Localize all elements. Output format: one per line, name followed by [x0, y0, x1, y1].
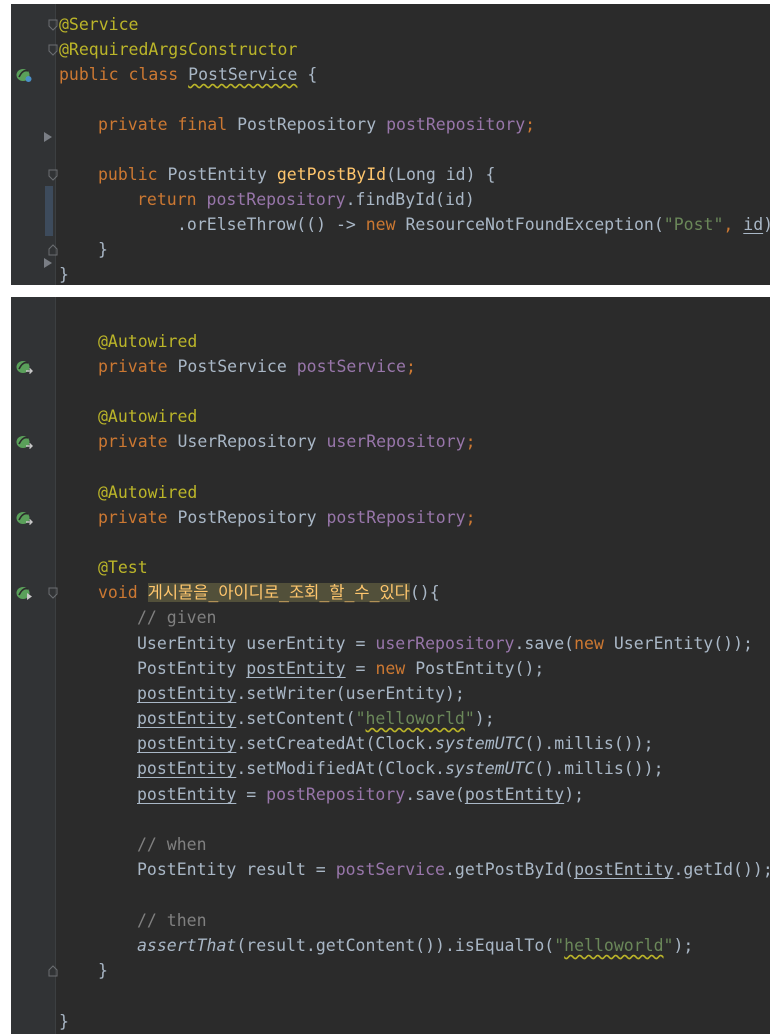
code-line: void 게시물을_아이디로_조회_할_수_있다(){ — [11, 580, 770, 605]
code-line: PostEntity result = postService.getPostB… — [137, 860, 770, 879]
fold-marker-icon[interactable] — [48, 587, 58, 599]
code-line: private UserRepository userRepository; — [11, 429, 770, 454]
breakpoint-arrow-icon[interactable] — [44, 132, 52, 142]
code-line: } — [11, 237, 770, 262]
code-line: postEntity.setContent("helloworld"); — [137, 709, 495, 728]
fold-marker-icon[interactable] — [48, 19, 58, 31]
code-line: } — [59, 1012, 69, 1031]
code-line: return postRepository.findById(id) — [137, 190, 475, 209]
code-line: .orElseThrow(() -> new ResourceNotFoundE… — [177, 215, 770, 234]
autowired-bean-icon[interactable] — [15, 434, 33, 450]
fold-marker-icon[interactable] — [48, 244, 58, 256]
spring-bean-icon[interactable] — [15, 67, 33, 83]
autowired-bean-icon[interactable] — [15, 510, 33, 526]
code-line: } — [11, 258, 770, 285]
code-line: assertThat(result.getContent()).isEqualT… — [137, 936, 694, 955]
code-line: @Autowired — [98, 332, 198, 351]
code-line: // then — [137, 911, 207, 930]
code-line: // when — [137, 835, 207, 854]
code-line: public PostEntity getPostById(Long id) { — [11, 162, 770, 187]
fold-marker-icon[interactable] — [48, 44, 58, 56]
code-line: @Service — [11, 12, 770, 37]
code-line: postEntity.setWriter(userEntity); — [137, 684, 465, 703]
code-line: } — [11, 958, 770, 983]
editor-panel-post-service: @Service @RequiredArgsConstructor public… — [11, 4, 770, 285]
editor-panel-post-service-test: @Autowired private PostService postServi… — [11, 297, 770, 1034]
breakpoint-arrow-icon[interactable] — [44, 258, 52, 268]
code-line: private PostService postService; — [11, 354, 770, 379]
code-line: UserEntity userEntity = userRepository.s… — [137, 634, 753, 653]
test-method-name[interactable]: 게시물을_아이디로_조회_할_수_있다 — [147, 583, 410, 602]
run-test-icon[interactable] — [15, 585, 33, 601]
code-line: postEntity.setModifiedAt(Clock.systemUTC… — [137, 759, 664, 778]
code-line: private PostRepository postRepository; — [11, 505, 770, 530]
code-line: PostEntity postEntity = new PostEntity()… — [137, 659, 545, 678]
method-name[interactable]: getPostById — [277, 165, 386, 184]
fold-marker-icon[interactable] — [48, 169, 58, 181]
code-line: @Test — [98, 558, 148, 577]
code-line: @RequiredArgsConstructor — [11, 37, 770, 62]
code-line: postEntity.setCreatedAt(Clock.systemUTC(… — [137, 734, 654, 753]
code-line: private final PostRepository postReposit… — [11, 112, 770, 142]
class-name[interactable]: PostService — [188, 65, 297, 84]
code-line: @Autowired — [98, 407, 198, 426]
autowired-bean-icon[interactable] — [15, 359, 33, 375]
code-line: postEntity = postRepository.save(postEnt… — [137, 785, 585, 804]
fold-marker-icon[interactable] — [48, 965, 58, 977]
code-line: @Autowired — [98, 483, 198, 502]
code-line: public class PostService { — [11, 62, 770, 87]
code-line: // given — [137, 608, 217, 627]
